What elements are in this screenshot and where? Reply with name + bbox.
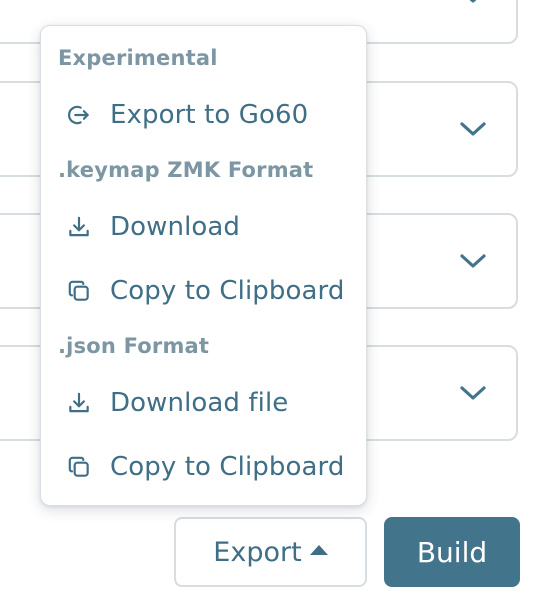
menu-item-label: Export to Go60 <box>110 100 309 130</box>
section-title-experimental: Experimental <box>58 46 218 70</box>
menu-item-label: Copy to Clipboard <box>110 452 345 482</box>
menu-item-copy-keymap[interactable]: Copy to Clipboard <box>41 264 366 318</box>
menu-item-copy-json[interactable]: Copy to Clipboard <box>41 440 366 494</box>
menu-item-download-json[interactable]: Download file <box>41 376 366 430</box>
build-button-label: Build <box>416 535 488 569</box>
export-arrow-icon <box>66 102 92 128</box>
section-title-keymap: .keymap ZMK Format <box>58 158 314 182</box>
download-icon <box>66 214 92 240</box>
menu-item-download-keymap[interactable]: Download <box>41 200 366 254</box>
copy-icon <box>66 278 92 304</box>
export-button[interactable]: Export <box>174 517 367 587</box>
menu-item-label: Download <box>110 212 241 242</box>
menu-item-export-go60[interactable]: Export to Go60 <box>41 88 366 142</box>
export-button-label: Export <box>213 536 302 568</box>
copy-icon <box>66 454 92 480</box>
chevron-down-icon <box>460 254 486 268</box>
chevron-down-icon <box>469 0 477 3</box>
menu-item-label: Copy to Clipboard <box>110 276 345 306</box>
menu-item-label: Download file <box>110 388 289 418</box>
export-menu: Experimental Export to Go60 .keymap ZMK … <box>40 25 367 506</box>
download-icon <box>66 390 92 416</box>
chevron-down-icon <box>460 386 486 400</box>
section-title-json: .json Format <box>58 334 210 358</box>
caret-up-icon <box>309 545 328 555</box>
chevron-down-icon <box>460 122 486 136</box>
build-button[interactable]: Build <box>384 517 520 587</box>
export-screen: Experimental Export to Go60 .keymap ZMK … <box>0 0 540 600</box>
